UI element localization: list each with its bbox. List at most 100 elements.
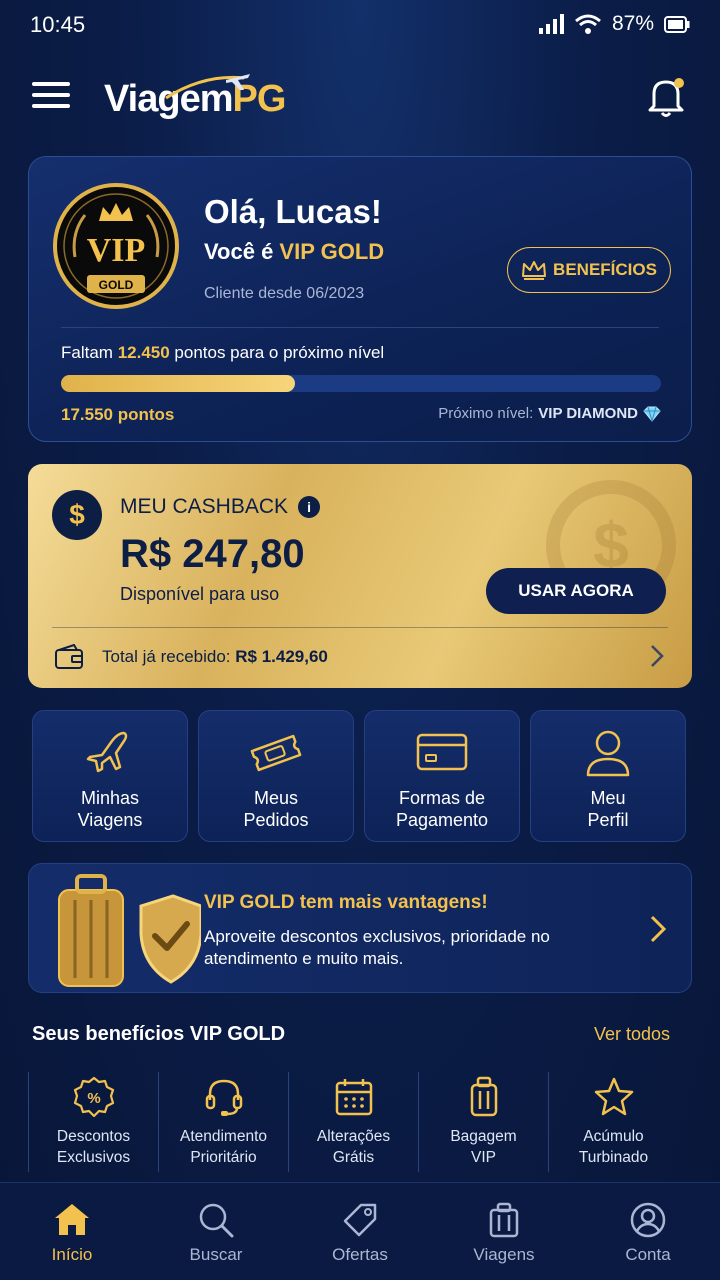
ticket-icon (250, 734, 302, 772)
cashback-title-text: MEU CASHBACK (120, 495, 289, 518)
vip-status-card: VIP GOLD Olá, Lucas! Você é VIP GOLD Cli… (28, 156, 692, 442)
wallet-icon (55, 644, 83, 669)
nav-label: Ofertas (332, 1245, 388, 1264)
status-time: 10:45 (30, 12, 86, 37)
vip-level-name: VIP GOLD (279, 239, 385, 264)
quick-action-my-orders[interactable]: Meus Pedidos (198, 710, 354, 842)
benefit-vip-baggage[interactable]: Bagagem VIP (418, 1072, 548, 1172)
promo-description: Aproveite descontos exclusivos, priorida… (204, 927, 550, 968)
home-icon (55, 1204, 89, 1235)
diamond-icon (643, 406, 661, 422)
remaining-prefix: Faltam (61, 343, 118, 362)
search-icon (199, 1203, 234, 1238)
remaining-suffix: pontos para o próximo nível (169, 343, 385, 362)
crown-icon (522, 261, 547, 280)
client-since: Cliente desde 06/2023 (204, 285, 365, 302)
nav-label: Viagens (473, 1245, 535, 1264)
use-now-button[interactable]: USAR AGORA (486, 568, 666, 614)
battery-percent: 87% (611, 12, 654, 35)
greeting: Olá, Lucas! (204, 193, 382, 230)
next-level-prefix: Próximo nível: (438, 405, 534, 422)
quick-action-label: Minhas Viagens (77, 788, 143, 830)
cashback-card: $ $ MEU CASHBACK i R$ 247,80 Disponível … (28, 464, 692, 688)
benefit-label: Alterações Grátis (316, 1128, 391, 1166)
signal-icon (538, 14, 564, 34)
vip-level-text: Você é VIP GOLD (204, 239, 384, 265)
percent-badge-icon: % (73, 1076, 114, 1118)
promo-title: VIP GOLD tem mais vantagens! (204, 892, 488, 913)
user-icon (586, 730, 630, 777)
remaining-points-text: Faltam 12.450 pontos para o próximo níve… (61, 343, 384, 363)
app-logo[interactable]: ViagemPG (104, 74, 286, 121)
divider (52, 627, 668, 628)
cashback-total-text: Total já recebido: R$ 1.429,60 (102, 647, 328, 667)
benefit-label: Acúmulo Turbinado (578, 1128, 649, 1166)
benefit-exclusive-discounts[interactable]: % Descontos Exclusivos (28, 1072, 158, 1172)
star-icon (594, 1077, 633, 1116)
benefit-priority-support[interactable]: Atendimento Prioritário (158, 1072, 288, 1172)
nav-account[interactable]: Conta (576, 1183, 720, 1280)
badge-ribbon-text: GOLD (99, 278, 134, 292)
vip-level-prefix: Você é (204, 239, 280, 264)
nav-home[interactable]: Início (0, 1183, 144, 1280)
remaining-points-value: 12.450 (117, 343, 170, 362)
benefits-list: % Descontos Exclusivos Atendimento Prior… (28, 1072, 678, 1172)
nav-label: Buscar (189, 1245, 243, 1264)
nav-trips[interactable]: Viagens (432, 1183, 576, 1280)
benefits-section-title: Seus benefícios VIP GOLD (32, 1023, 286, 1045)
next-level-text: Próximo nível: VIP DIAMOND (438, 405, 661, 422)
benefits-button[interactable]: BENEFÍCIOS (507, 247, 671, 293)
vip-promo-banner[interactable]: VIP GOLD tem mais vantagens! Aproveite d… (28, 863, 692, 993)
divider (61, 327, 659, 328)
menu-button[interactable] (32, 82, 70, 112)
wifi-icon (575, 14, 601, 34)
cashback-title: MEU CASHBACK i (120, 495, 321, 519)
tag-icon (343, 1203, 377, 1237)
bottom-navigation: Início Buscar Ofertas Viagens Conta (0, 1182, 720, 1280)
cashback-total-row[interactable]: Total já recebido: R$ 1.429,60 (54, 642, 668, 672)
chevron-right-icon (651, 645, 664, 667)
nav-offers[interactable]: Ofertas (288, 1183, 432, 1280)
nav-search[interactable]: Buscar (144, 1183, 288, 1280)
see-all-link[interactable]: Ver todos (594, 1024, 670, 1045)
status-bar: 10:45 87% (0, 0, 720, 52)
plane-icon (86, 731, 128, 773)
benefit-free-changes[interactable]: Alterações Grátis (288, 1072, 418, 1172)
luggage-shield-illustration (58, 874, 201, 987)
benefit-boosted-points[interactable]: Acúmulo Turbinado (548, 1072, 678, 1172)
quick-action-my-trips[interactable]: Minhas Viagens (32, 710, 188, 842)
vip-gold-badge: VIP GOLD (53, 183, 179, 309)
benefit-label: Atendimento Prioritário (179, 1128, 268, 1166)
benefit-label: Descontos Exclusivos (56, 1128, 131, 1166)
info-icon[interactable]: i (298, 496, 321, 518)
menu-line (32, 93, 70, 97)
badge-vip-text: VIP (87, 232, 146, 269)
notification-bell-icon[interactable] (646, 74, 686, 118)
logo-plane-icon (165, 74, 250, 100)
benefits-button-label: BENEFÍCIOS (553, 260, 657, 279)
nav-label: Início (51, 1245, 93, 1264)
cashback-total-value: R$ 1.429,60 (235, 647, 328, 666)
headset-icon (205, 1079, 242, 1116)
quick-actions: Minhas Viagens Meus Pedidos Formas de Pa… (32, 710, 688, 842)
svg-text:%: % (87, 1090, 100, 1107)
level-progress-fill (61, 375, 295, 392)
quick-action-label: Meu Perfil (587, 788, 629, 830)
dollar-icon: $ (52, 490, 102, 540)
next-level-name: VIP DIAMOND (538, 405, 638, 422)
card-icon (416, 733, 468, 771)
quick-action-label: Meus Pedidos (243, 788, 309, 830)
quick-action-my-profile[interactable]: Meu Perfil (530, 710, 686, 842)
battery-icon (664, 16, 690, 33)
app-header: ViagemPG (0, 52, 720, 144)
suitcase-icon (489, 1202, 519, 1238)
cashback-amount: R$ 247,80 (120, 532, 305, 576)
quick-action-payment-methods[interactable]: Formas de Pagamento (364, 710, 520, 842)
cashback-total-prefix: Total já recebido: (102, 647, 236, 666)
chevron-right-icon (650, 915, 667, 943)
status-indicators: 87% (538, 12, 690, 36)
current-points: 17.550 pontos (61, 405, 175, 424)
level-progress-bar (61, 375, 661, 392)
cashback-subtitle: Disponível para uso (120, 584, 280, 604)
account-icon (630, 1202, 666, 1238)
